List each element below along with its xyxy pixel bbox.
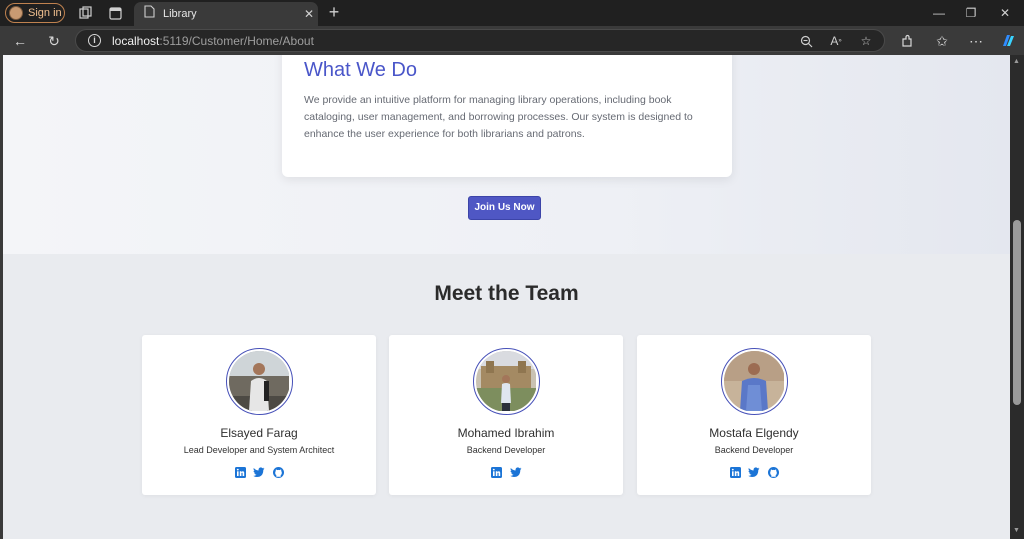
new-tab-icon[interactable]: +	[324, 3, 344, 21]
twitter-icon[interactable]	[253, 466, 265, 478]
what-we-do-title: What We Do	[304, 59, 417, 81]
member-avatar-ring	[226, 348, 293, 415]
extensions-icon[interactable]	[897, 31, 917, 51]
team-section: Meet the Team Elsayed Farag Lead Develop…	[3, 254, 1010, 539]
scroll-thumb[interactable]	[1013, 220, 1021, 405]
restore-icon[interactable]: ❐	[956, 4, 986, 22]
avatar	[724, 351, 785, 412]
linkedin-icon[interactable]	[491, 466, 503, 478]
copilot-icon[interactable]	[998, 31, 1018, 51]
close-window-icon[interactable]: ✕	[990, 4, 1020, 22]
avatar	[229, 351, 290, 412]
site-info-icon[interactable]: i	[88, 34, 101, 47]
member-role: Backend Developer	[714, 445, 794, 455]
refresh-icon[interactable]: ↻	[44, 31, 64, 51]
what-we-do-text: We provide an intuitive platform for man…	[304, 94, 693, 140]
profile-label: Sign in	[28, 7, 62, 19]
twitter-icon[interactable]	[509, 466, 522, 478]
favorites-icon[interactable]: ✩	[932, 31, 952, 51]
social-links	[142, 466, 376, 478]
close-tab-icon[interactable]: ✕	[300, 7, 318, 21]
tab-actions-icon[interactable]	[107, 5, 123, 21]
member-role: Lead Developer and System Architect	[183, 445, 335, 455]
browser-title-bar: Sign in Library ✕ + — ❐ ✕	[0, 0, 1024, 26]
join-us-button[interactable]: Join Us Now	[468, 196, 541, 220]
member-avatar-ring	[473, 348, 540, 415]
avatar	[476, 351, 537, 412]
workspaces-icon[interactable]	[78, 5, 94, 21]
team-title: Meet the Team	[434, 282, 579, 305]
tab-library[interactable]: Library ✕	[134, 2, 318, 26]
read-aloud-icon[interactable]: A»	[828, 33, 844, 49]
twitter-icon[interactable]	[748, 466, 760, 478]
team-member-card: Mostafa Elgendy Backend Developer	[637, 335, 871, 495]
member-name: Mohamed Ibrahim	[457, 426, 555, 440]
team-member-card: Mohamed Ibrahim Backend Developer	[389, 335, 623, 495]
scroll-up-icon[interactable]: ▲	[1013, 58, 1020, 65]
profile-avatar	[9, 6, 23, 20]
address-bar[interactable]: i localhost:5119/Customer/Home/About A» …	[75, 29, 885, 52]
what-we-do-card: What We Do We provide an intuitive platf…	[282, 55, 732, 177]
tab-title: Library	[163, 8, 197, 20]
team-member-card: Elsayed Farag Lead Developer and System …	[142, 335, 376, 495]
about-hero-section: What We Do We provide an intuitive platf…	[3, 55, 1010, 254]
profile-button[interactable]: Sign in	[5, 3, 65, 23]
scroll-down-icon[interactable]: ▼	[1013, 527, 1020, 534]
linkedin-icon[interactable]	[234, 466, 246, 478]
back-icon[interactable]: ←	[10, 31, 30, 51]
member-name: Elsayed Farag	[220, 426, 298, 440]
minimize-icon[interactable]: —	[924, 4, 954, 22]
github-icon[interactable]	[767, 466, 779, 478]
member-avatar-ring	[721, 348, 788, 415]
member-name: Mostafa Elgendy	[709, 426, 799, 440]
member-role: Backend Developer	[466, 445, 546, 455]
url-text: localhost:5119/Customer/Home/About	[112, 34, 314, 48]
social-links	[389, 466, 623, 478]
page-scrollbar[interactable]: ▲ ▼	[1010, 55, 1024, 539]
linkedin-icon[interactable]	[729, 466, 741, 478]
page-icon	[144, 5, 155, 23]
browser-toolbar: ← ↻ i localhost:5119/Customer/Home/About…	[0, 26, 1024, 55]
social-links	[637, 466, 871, 478]
page-viewport: What We Do We provide an intuitive platf…	[3, 55, 1010, 539]
zoom-icon[interactable]	[798, 33, 814, 49]
github-icon[interactable]	[272, 466, 284, 478]
favorite-star-icon[interactable]: ☆	[858, 33, 874, 49]
more-menu-icon[interactable]: ⋯	[966, 31, 986, 51]
